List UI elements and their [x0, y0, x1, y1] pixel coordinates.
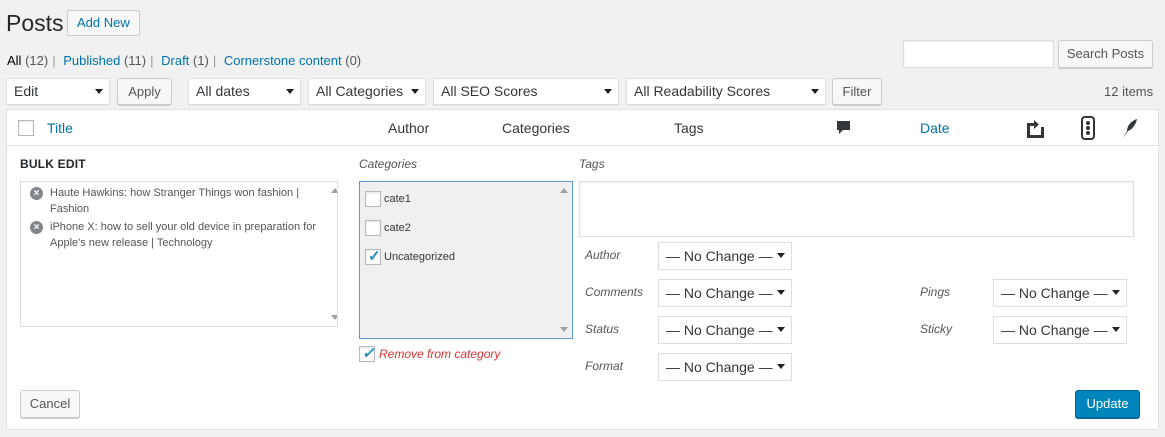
scroll-down-icon[interactable] — [331, 315, 337, 320]
categories-label: Categories — [359, 157, 418, 171]
bulk-edit-title: BULK EDIT — [20, 157, 86, 171]
category-item-cate1[interactable]: cate1 — [365, 191, 411, 207]
column-date[interactable]: Date — [920, 120, 950, 136]
category-item-uncategorized[interactable]: ✓ Uncategorized — [365, 248, 455, 265]
column-categories: Categories — [502, 120, 570, 136]
category-checkbox[interactable] — [365, 191, 381, 207]
bulk-post-item: iPhone X: how to sell your old device in… — [50, 221, 316, 249]
items-count: 12 items — [1104, 84, 1154, 99]
seo-filter-select[interactable]: All SEO Scores — [433, 78, 619, 105]
dates-filter-select[interactable]: All dates — [188, 78, 301, 105]
format-label: Format — [585, 359, 624, 373]
column-title[interactable]: Title — [47, 120, 73, 136]
categories-checklist[interactable]: cate1 cate2 ✓ Uncategorized — [359, 181, 573, 339]
view-draft[interactable]: Draft (1) — [161, 53, 209, 68]
status-select[interactable]: — No Change — — [658, 316, 792, 344]
add-new-button[interactable]: Add New — [67, 10, 140, 36]
readability-icon[interactable] — [1081, 116, 1095, 140]
tags-textarea[interactable] — [579, 181, 1134, 237]
cancel-button[interactable]: Cancel — [20, 390, 80, 418]
update-button[interactable]: Update — [1075, 390, 1140, 418]
remove-post-icon[interactable]: × — [30, 221, 43, 234]
post-status-views: All (12) | Published (11) | Draft (1) | Cor… — [7, 53, 362, 68]
posts-table-header: Title Author Categories Tags Date — [6, 109, 1159, 146]
author-select[interactable]: — No Change — — [658, 242, 792, 270]
filter-button[interactable]: Filter — [832, 78, 882, 105]
apply-button[interactable]: Apply — [117, 78, 172, 105]
bulk-edit-panel: BULK EDIT × Haute Hawkins: how Stranger … — [6, 146, 1159, 430]
readability-filter-select[interactable]: All Readability Scores — [626, 78, 826, 105]
view-cornerstone[interactable]: Cornerstone content (0) — [224, 53, 361, 68]
seo-score-icon[interactable] — [1024, 117, 1046, 139]
format-select[interactable]: — No Change — — [658, 353, 792, 381]
comments-select[interactable]: — No Change — — [658, 279, 792, 307]
column-author: Author — [388, 120, 430, 136]
scroll-up-icon[interactable] — [560, 188, 568, 193]
pings-label: Pings — [920, 285, 951, 299]
author-label: Author — [585, 248, 621, 262]
pings-select[interactable]: — No Change — — [993, 279, 1127, 307]
page-title: Posts — [6, 10, 64, 36]
comments-label: Comments — [585, 285, 644, 299]
checkmark-icon: ✓ — [362, 345, 375, 362]
feather-icon[interactable] — [1121, 117, 1139, 139]
comment-bubble-icon[interactable] — [836, 120, 851, 136]
remove-post-icon[interactable]: × — [30, 187, 43, 200]
categories-filter-select[interactable]: All Categories — [308, 78, 426, 105]
sticky-select[interactable]: — No Change — — [993, 316, 1127, 344]
category-name: cate1 — [384, 193, 411, 205]
remove-from-category[interactable]: ✓ Remove from category — [359, 345, 501, 362]
checkmark-icon: ✓ — [368, 248, 381, 265]
dates-filter-value: All dates — [196, 83, 250, 99]
tags-label: Tags — [579, 157, 605, 171]
category-item-cate2[interactable]: cate2 — [365, 220, 411, 236]
status-label: Status — [585, 322, 620, 336]
bulk-action-select[interactable]: Edit — [6, 78, 110, 105]
bulk-post-item: Haute Hawkins: how Stranger Things won f… — [50, 187, 300, 215]
category-name: Uncategorized — [384, 251, 455, 263]
search-input[interactable] — [903, 40, 1054, 68]
bulk-action-value: Edit — [14, 83, 39, 99]
readability-filter-value: All Readability Scores — [634, 83, 771, 99]
search-posts-button[interactable]: Search Posts — [1058, 40, 1153, 68]
sticky-label: Sticky — [920, 322, 953, 336]
category-checkbox-checked[interactable]: ✓ — [365, 248, 381, 265]
select-all-checkbox[interactable] — [18, 120, 34, 136]
remove-from-category-checkbox[interactable]: ✓ — [359, 345, 375, 362]
column-tags: Tags — [674, 120, 704, 136]
category-name: cate2 — [384, 222, 411, 234]
remove-from-category-label: Remove from category — [379, 347, 501, 361]
scroll-down-icon[interactable] — [560, 327, 568, 332]
scroll-up-icon[interactable] — [331, 188, 337, 193]
categories-filter-value: All Categories — [316, 83, 404, 99]
seo-filter-value: All SEO Scores — [441, 83, 538, 99]
view-published[interactable]: Published (11) — [63, 53, 146, 68]
category-checkbox[interactable] — [365, 220, 381, 236]
view-all[interactable]: All (12) — [7, 53, 48, 68]
bulk-edit-post-list[interactable]: × Haute Hawkins: how Stranger Things won… — [20, 181, 338, 327]
